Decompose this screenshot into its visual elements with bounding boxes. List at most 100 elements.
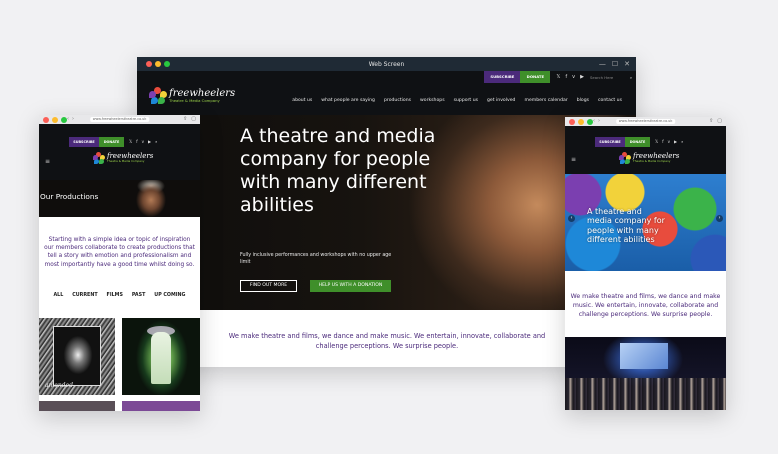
share-icon[interactable]: ⇪ <box>183 116 187 122</box>
vimeo-icon[interactable]: v <box>142 137 144 147</box>
intro-text: We make theatre and films, we dance and … <box>228 332 546 350</box>
nav-productions[interactable]: productions <box>384 98 411 103</box>
donate-button[interactable]: DONATE <box>625 137 650 147</box>
back-arrow-icon[interactable]: ‹ <box>67 116 69 122</box>
close-icon[interactable]: ✕ <box>624 59 630 69</box>
find-out-more-button[interactable]: FIND OUT MORE <box>240 280 297 292</box>
filter-up-coming[interactable]: UP COMING <box>154 293 185 298</box>
twitter-icon[interactable]: 𝕏 <box>556 74 560 80</box>
donation-button[interactable]: HELP US WITH A DONATION <box>310 280 391 292</box>
minimize-window-button[interactable] <box>578 118 584 125</box>
vimeo-icon[interactable]: v <box>572 74 575 80</box>
nav-blogs[interactable]: blogs <box>577 98 589 103</box>
performers <box>565 378 726 410</box>
site-logo[interactable]: freewheelers Theatre & Media Company <box>149 87 235 105</box>
site-logo[interactable]: freewheelers Theatre & Media Company <box>619 152 679 164</box>
production-thumbnail[interactable] <box>39 401 115 411</box>
menu-icon[interactable]: ≡ <box>45 158 50 165</box>
mobile-browser-right: ‹ › www.freewheelerstheatre.co.uk ⇪ ▢ SU… <box>565 117 726 410</box>
desktop-browser-window: Web Screen — ☐ ✕ freewheelers Theatre & … <box>137 57 636 367</box>
productions-banner: Our Productions <box>39 180 200 217</box>
nav-get-involved[interactable]: get involved <box>487 98 515 103</box>
youtube-icon[interactable]: ▶ <box>148 137 151 147</box>
minimize-icon[interactable]: — <box>599 59 606 69</box>
menu-icon[interactable]: ≡ <box>571 156 576 163</box>
hero-subtext: Fully inclusive performances and worksho… <box>240 253 392 265</box>
close-window-button[interactable] <box>43 116 49 123</box>
social-links: 𝕏 f v ▶ ⌕ <box>129 137 157 147</box>
vimeo-icon[interactable]: v <box>668 137 670 147</box>
youtube-icon[interactable]: ▶ <box>674 137 677 147</box>
window-title: Web Screen <box>368 60 405 68</box>
back-arrow-icon[interactable]: ‹ <box>593 118 595 124</box>
subscribe-button[interactable]: SUBSCRIBE <box>69 137 99 147</box>
logo-tagline: Theatre & Media Company <box>633 159 671 164</box>
search-field[interactable]: Search Here ⌕ <box>590 75 636 80</box>
tabs-icon[interactable]: ▢ <box>191 116 196 122</box>
logo-mark-icon <box>619 152 631 164</box>
window-controls: — ☐ ✕ <box>599 59 630 69</box>
share-icon[interactable]: ⇪ <box>709 118 713 124</box>
logo-tagline: Theatre & Media Company <box>107 159 145 164</box>
window-titlebar: Web Screen — ☐ ✕ <box>137 57 636 71</box>
arrow-right-icon[interactable]: › <box>716 215 723 222</box>
nav-about-us[interactable]: about us <box>292 98 312 103</box>
forward-arrow-icon[interactable]: › <box>72 116 74 122</box>
stage-screen <box>620 343 668 369</box>
minimize-window-button[interactable] <box>52 116 58 123</box>
mobile-browser-left: ‹ › www.freewheelerstheatre.co.uk ⇪ ▢ SU… <box>39 115 200 411</box>
filter-films[interactable]: FILMS <box>107 293 123 298</box>
nav-support-us[interactable]: support us <box>454 98 478 103</box>
logo-wordmark: freewheelers Theatre & Media Company <box>633 153 679 163</box>
browser-toolbar: ‹ › www.freewheelerstheatre.co.uk ⇪ ▢ <box>565 117 726 126</box>
logo-tagline: Theatre & Media Company <box>169 98 220 104</box>
nav-arrows: ‹ › <box>67 116 74 122</box>
close-window-button[interactable] <box>569 118 575 125</box>
nav-contact-us[interactable]: contact us <box>598 98 622 103</box>
site-logo[interactable]: freewheelers Theatre & Media Company <box>93 152 153 164</box>
donate-button[interactable]: DONATE <box>520 71 551 83</box>
donate-button[interactable]: DONATE <box>99 137 124 147</box>
nav-arrows: ‹ › <box>593 118 600 124</box>
production-thumbnail[interactable]: amended <box>39 318 115 395</box>
restore-icon[interactable]: ☐ <box>612 59 618 69</box>
nav-what-people-are-saying[interactable]: what people are saying <box>321 98 375 103</box>
social-links: 𝕏 f v ▶ ⌕ <box>655 137 683 147</box>
hero-banner: A theatre and media company for people w… <box>137 115 636 310</box>
toolbar-icons: ⇪ ▢ <box>183 116 196 122</box>
production-thumbnail[interactable] <box>122 318 200 395</box>
address-bar[interactable]: www.freewheelerstheatre.co.uk <box>89 117 150 122</box>
filter-past[interactable]: PAST <box>132 293 146 298</box>
subscribe-button[interactable]: SUBSCRIBE <box>595 137 625 147</box>
mobile-site-header: SUBSCRIBE DONATE 𝕏 f v ▶ ⌕ ≡ freewheeler… <box>39 124 200 180</box>
production-thumbnail[interactable] <box>122 401 200 411</box>
filter-all[interactable]: ALL <box>53 293 63 298</box>
logo-mark-icon <box>93 152 105 164</box>
twitter-icon[interactable]: 𝕏 <box>655 137 658 147</box>
performance-photo <box>565 337 726 410</box>
nav-members-calendar[interactable]: members calendar <box>524 98 567 103</box>
search-icon[interactable]: ⌕ <box>155 137 157 147</box>
facebook-icon[interactable]: f <box>136 137 137 147</box>
address-bar[interactable]: www.freewheelerstheatre.co.uk <box>615 119 676 124</box>
twitter-icon[interactable]: 𝕏 <box>129 137 132 147</box>
hero-heading: A theatre and media company for people w… <box>587 207 665 244</box>
logo-mark-icon <box>149 87 167 105</box>
facebook-icon[interactable]: f <box>662 137 663 147</box>
thumbnail-caption: amended <box>45 382 73 389</box>
forward-arrow-icon[interactable]: › <box>598 118 600 124</box>
mobile-site-header: SUBSCRIBE DONATE 𝕏 f v ▶ ⌕ ≡ freewheeler… <box>565 126 726 174</box>
mobile-top-buttons: SUBSCRIBE DONATE 𝕏 f v ▶ ⌕ <box>69 137 157 147</box>
search-icon[interactable]: ⌕ <box>630 75 632 80</box>
search-icon[interactable]: ⌕ <box>681 137 683 147</box>
page-title: Our Productions <box>40 192 99 201</box>
facebook-icon[interactable]: f <box>565 74 567 80</box>
search-input[interactable]: Search Here <box>590 75 613 80</box>
nav-workshops[interactable]: workshops <box>420 98 445 103</box>
filter-current[interactable]: CURRENT <box>72 293 97 298</box>
subscribe-button[interactable]: SUBSCRIBE <box>484 71 521 83</box>
arrow-left-icon[interactable]: ‹ <box>568 215 575 222</box>
youtube-icon[interactable]: ▶ <box>580 74 584 80</box>
hero-slider: A theatre and media company for people w… <box>565 174 726 271</box>
tabs-icon[interactable]: ▢ <box>717 118 722 124</box>
